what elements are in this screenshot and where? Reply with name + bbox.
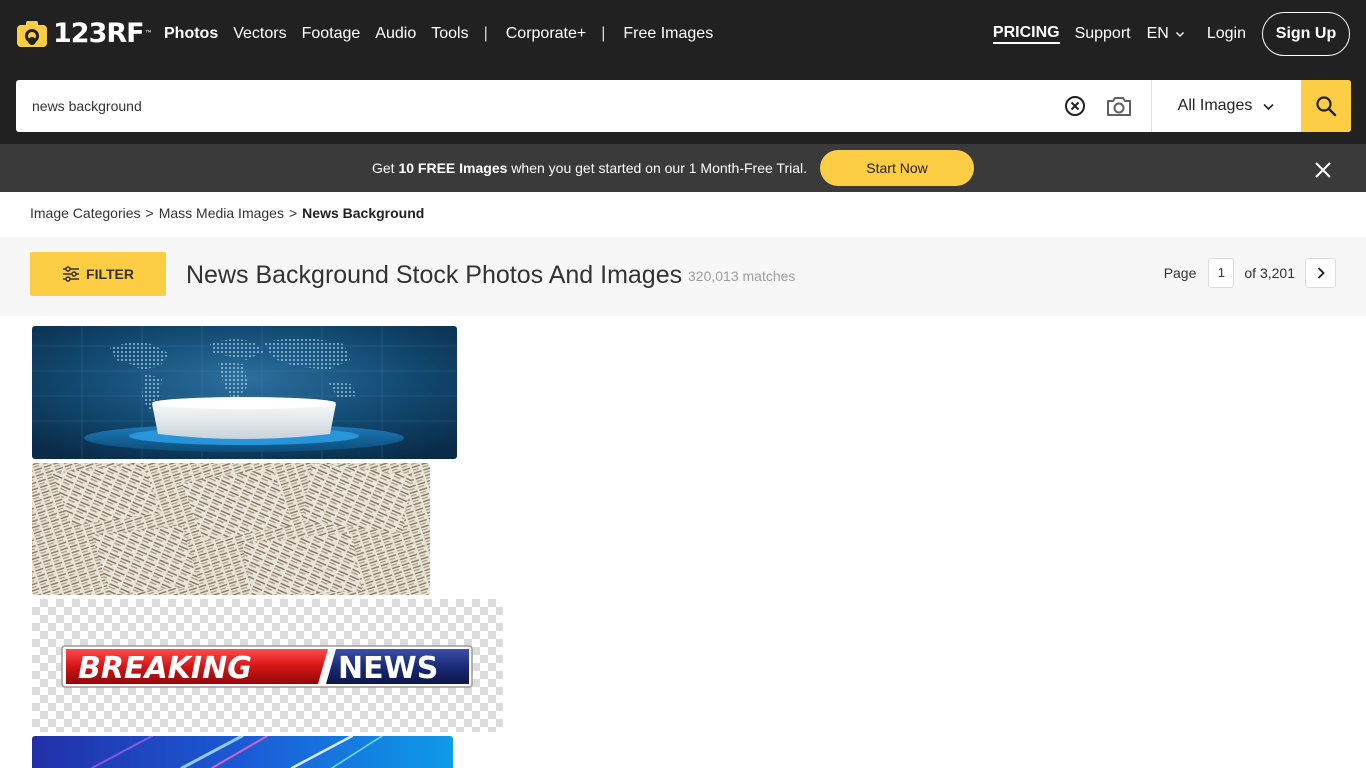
results-header: FILTER News Background Stock Photos And … [0,237,1366,316]
page-number-input[interactable]: 1 [1208,258,1235,288]
search-button[interactable] [1301,80,1351,132]
language-label: EN [1146,25,1169,42]
nav-item-audio[interactable]: Audio [375,22,416,46]
match-count: 320,013 matches [688,268,796,284]
abstract-blue-image [32,736,453,768]
nav-separator: | [601,25,606,42]
search-input[interactable] [16,80,1063,132]
clear-circle-icon[interactable] [1063,94,1087,118]
pricing-link[interactable]: PRICING [992,24,1060,44]
search-actions [1063,80,1151,132]
support-link[interactable]: Support [1075,25,1131,43]
close-icon[interactable] [1313,160,1333,180]
nav-item-photos[interactable]: Photos [164,22,218,46]
search-bar: All Images [16,80,1351,132]
breadcrumb-image-categories[interactable]: Image Categories [30,205,141,221]
news-word: NEWS [338,651,438,686]
nav-item-free-images[interactable]: Free Images [623,22,713,46]
logo-link[interactable]: 123RF™ [16,18,153,50]
image-type-label: All Images [1177,97,1253,114]
nav-item-footage[interactable]: Footage [302,22,361,46]
nav-item-tools[interactable]: Tools [431,22,468,46]
result-thumbnail-breaking-news[interactable]: BREAKING NEWS [32,599,503,732]
news-studio-image [32,326,457,459]
result-thumbnail-abstract-blue[interactable] [32,736,453,768]
promo-banner: Get 10 FREE Images when you get started … [0,144,1366,192]
sliders-icon [63,266,80,282]
logo-text: 123RF™ [53,18,153,49]
pagination: Page 1 of 3,201 [1164,258,1336,288]
result-thumbnail-newspaper-collage[interactable] [32,463,430,595]
login-link[interactable]: Login [1207,25,1246,43]
main-nav: Photos Vectors Footage Audio Tools | Cor… [164,22,728,46]
image-type-select[interactable]: All Images [1151,80,1301,132]
newspaper-collage-image [32,463,430,595]
breadcrumb-separator: > [145,205,154,221]
search-icon [1316,96,1337,117]
page-label: Page [1163,265,1197,281]
page-title: News Background Stock Photos And Images [186,261,683,289]
logo-camera-icon [17,21,47,47]
breadcrumb-separator: > [288,205,298,221]
page-total: of 3,201 [1244,265,1295,281]
account-nav: PRICING Support EN Login Sign Up [992,12,1350,56]
top-bar: 123RF™ Photos Vectors Footage Audio Tool… [0,0,1366,144]
promo-text: Get 10 FREE Images when you get started … [372,160,808,176]
breaking-news-image: BREAKING NEWS [61,645,473,688]
breaking-word: BREAKING [78,651,252,686]
result-thumbnail-news-studio[interactable] [32,326,457,459]
chevron-right-icon [1317,267,1325,279]
nav-item-vectors[interactable]: Vectors [233,22,286,46]
filter-button[interactable]: FILTER [30,252,166,296]
breadcrumb: Image Categories > Mass Media Images > N… [30,204,424,222]
sign-up-button[interactable]: Sign Up [1262,12,1350,56]
chevron-down-icon [1263,103,1274,110]
next-page-button[interactable] [1305,258,1336,288]
language-selector[interactable]: EN [1147,25,1185,43]
chevron-down-icon [1175,32,1184,37]
nav-separator: | [483,25,488,42]
filter-label: FILTER [86,266,134,282]
camera-icon[interactable] [1105,94,1133,118]
breadcrumb-mass-media-images[interactable]: Mass Media Images [159,205,284,221]
breadcrumb-current: News Background [302,205,425,221]
nav-item-corporate-plus[interactable]: Corporate+ [506,22,587,46]
start-now-button[interactable]: Start Now [820,150,974,186]
